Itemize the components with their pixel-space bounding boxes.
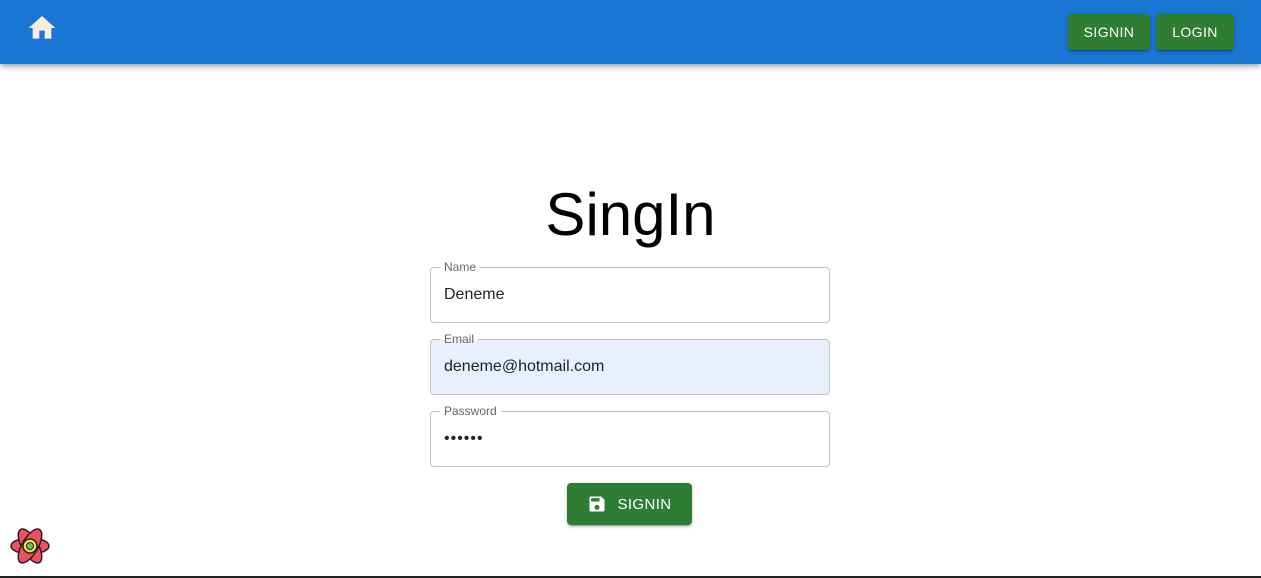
react-query-devtools-button[interactable] (8, 524, 52, 568)
name-field: Name (430, 260, 830, 323)
app-bar: SIGNIN LOGIN (0, 0, 1261, 64)
page-title: SingIn (545, 181, 716, 248)
signin-submit-label: SIGNIN (617, 495, 672, 513)
email-field: Email (430, 332, 830, 395)
home-icon (26, 12, 58, 49)
name-input[interactable] (444, 268, 816, 322)
password-input[interactable] (444, 412, 816, 466)
signin-submit-button[interactable]: SIGNIN (567, 483, 692, 525)
nav-signin-button[interactable]: SIGNIN (1068, 14, 1150, 50)
react-query-devtools-icon (8, 528, 52, 572)
password-field: Password (430, 404, 830, 467)
save-icon (587, 494, 607, 514)
email-input[interactable] (444, 340, 816, 394)
home-button[interactable] (22, 10, 62, 50)
nav-login-button[interactable]: LOGIN (1156, 14, 1234, 50)
